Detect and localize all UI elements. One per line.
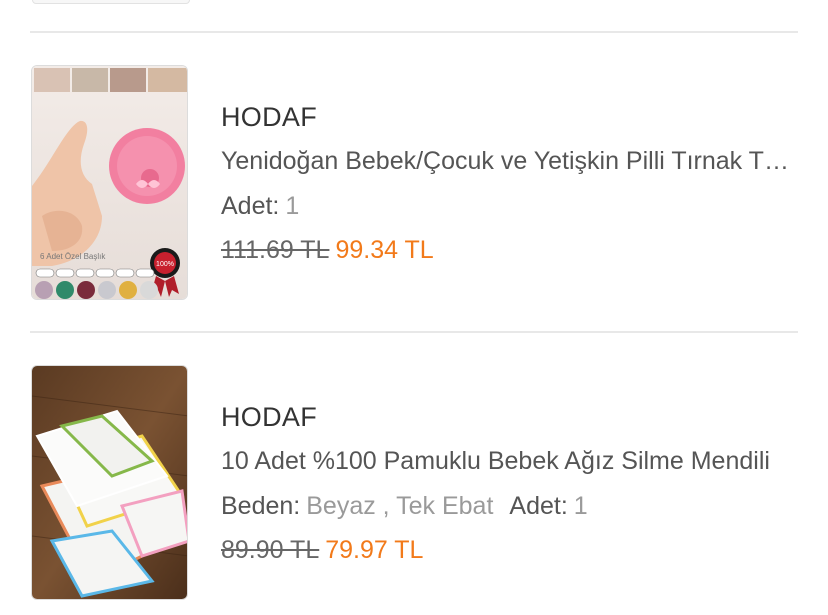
image-caption: 6 Adet Özel Başlık bbox=[40, 252, 106, 261]
color-swatch bbox=[77, 281, 95, 299]
bib-cloth-product-image bbox=[32, 366, 187, 599]
product-image[interactable]: 100% 6 Adet Özel Başlık bbox=[31, 65, 188, 300]
product-title[interactable]: Yenidoğan Bebek/Çocuk ve Yetişkin Pilli … bbox=[221, 147, 799, 176]
price-row: 89.90 TL 79.97 TL bbox=[221, 536, 423, 565]
product-title[interactable]: 10 Adet %100 Pamuklu Bebek Ağız Silme Me… bbox=[221, 447, 799, 476]
old-price: 89.90 TL bbox=[221, 536, 320, 564]
quantity-row: Adet: 1 bbox=[221, 192, 299, 221]
quantity-value: 1 bbox=[573, 492, 588, 520]
discounted-price: 99.34 TL bbox=[335, 236, 434, 264]
quantity-label: Adet: bbox=[221, 192, 280, 220]
brand-name: HODAF bbox=[221, 402, 317, 432]
brand-name: HODAF bbox=[221, 102, 317, 132]
old-price: 111.69 TL bbox=[221, 236, 330, 264]
discounted-price: 79.97 TL bbox=[325, 536, 424, 564]
variant-row: Beden: Beyaz , Tek Ebat Adet: 1 bbox=[221, 492, 588, 521]
color-swatch bbox=[98, 281, 116, 299]
size-label: Beden: bbox=[221, 492, 301, 520]
divider bbox=[30, 331, 798, 333]
quantity-label: Adet: bbox=[509, 492, 568, 520]
nail-file-product-image: 100% 6 Adet Özel Başlık bbox=[32, 66, 187, 299]
color-swatch bbox=[140, 281, 158, 299]
size-value: Beyaz , Tek Ebat bbox=[306, 492, 494, 520]
price-row: 111.69 TL 99.34 TL bbox=[221, 236, 434, 265]
quantity-value: 1 bbox=[285, 192, 300, 220]
color-swatch bbox=[35, 281, 53, 299]
product-image[interactable] bbox=[31, 365, 188, 600]
color-swatch bbox=[119, 281, 137, 299]
color-swatch bbox=[56, 281, 74, 299]
divider bbox=[30, 31, 798, 33]
seal-text: 100% bbox=[156, 261, 174, 268]
previous-item-thumbnail[interactable] bbox=[32, 0, 190, 4]
